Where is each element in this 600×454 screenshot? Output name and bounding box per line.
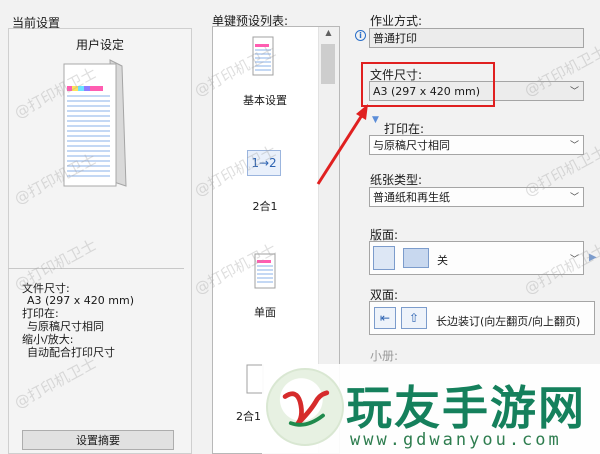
preset-item-2in1-b[interactable]: 2合1 <box>236 408 261 424</box>
paper-type-label: 纸张类型: <box>370 173 423 187</box>
profile-name: 用户设定 <box>75 38 124 52</box>
summary-zoom-value: 自动配合打印尺寸 <box>27 346 115 359</box>
chevron-down-icon[interactable]: ﹀ <box>570 252 579 265</box>
annotation-arrow <box>316 104 368 185</box>
duplex-value: 长边装订(向左翻页/向上翻页) <box>436 315 581 328</box>
highlight-box <box>361 62 495 107</box>
duplex-left-flip-icon: ⇤ <box>374 307 396 329</box>
print-on-value: 与原稿尺寸相同 <box>373 139 450 152</box>
chevron-right-icon[interactable]: ▶ <box>589 252 597 263</box>
preset-item-basic[interactable]: 基本设置 <box>212 92 318 108</box>
document-icon[interactable] <box>252 36 274 76</box>
layout-dropdown[interactable] <box>369 241 584 275</box>
preset-item-2in1[interactable]: 2合1 <box>212 198 318 214</box>
chevron-down-icon[interactable]: ﹀ <box>570 84 579 97</box>
summary-print-on-value: 与原稿尺寸相同 <box>27 320 104 333</box>
brand-title: 玩友手游网 <box>346 381 586 435</box>
document-preview <box>63 59 127 187</box>
document-icon[interactable] <box>254 253 276 289</box>
booklet-label: 小册: <box>370 349 399 363</box>
two-in-one-icon[interactable]: 1→2 <box>247 150 281 176</box>
scroll-up-arrow-icon[interactable]: ▲ <box>318 28 339 42</box>
summary-divider <box>8 268 184 269</box>
paper-type-dropdown[interactable]: 普通纸和再生纸 ﹀ <box>369 187 584 207</box>
chevron-down-icon[interactable]: ﹀ <box>570 190 579 203</box>
brand-logo <box>266 368 344 446</box>
brand-url: www.gdwanyou.com <box>350 430 562 450</box>
chevron-down-icon[interactable]: ﹀ <box>570 138 579 151</box>
current-settings-title: 当前设置 <box>12 16 61 30</box>
settings-summary-button[interactable]: 设置摘要 <box>22 430 174 450</box>
info-icon: i <box>355 30 366 41</box>
layout-landscape-icon <box>403 248 429 268</box>
job-type-value: 普通打印 <box>373 32 417 45</box>
link-arrow-icon: ▼ <box>372 115 379 125</box>
summary-zoom-label: 缩小/放大: <box>22 333 74 346</box>
duplex-up-flip-icon: ⇧ <box>401 307 427 329</box>
paper-type-value: 普通纸和再生纸 <box>373 191 450 204</box>
summary-print-on-label: 打印在: <box>22 307 59 320</box>
preset-item-single[interactable]: 单面 <box>212 304 318 320</box>
summary-doc-size-value: A3 (297 x 420 mm) <box>27 294 135 307</box>
print-on-dropdown[interactable]: 与原稿尺寸相同 ﹀ <box>369 135 584 155</box>
scrollbar-thumb[interactable] <box>321 44 335 84</box>
job-type-label: 作业方式: <box>370 14 423 28</box>
layout-portrait-icon <box>373 246 395 270</box>
job-type-field: 普通打印 <box>369 28 584 48</box>
layout-value: 关 <box>437 254 448 267</box>
